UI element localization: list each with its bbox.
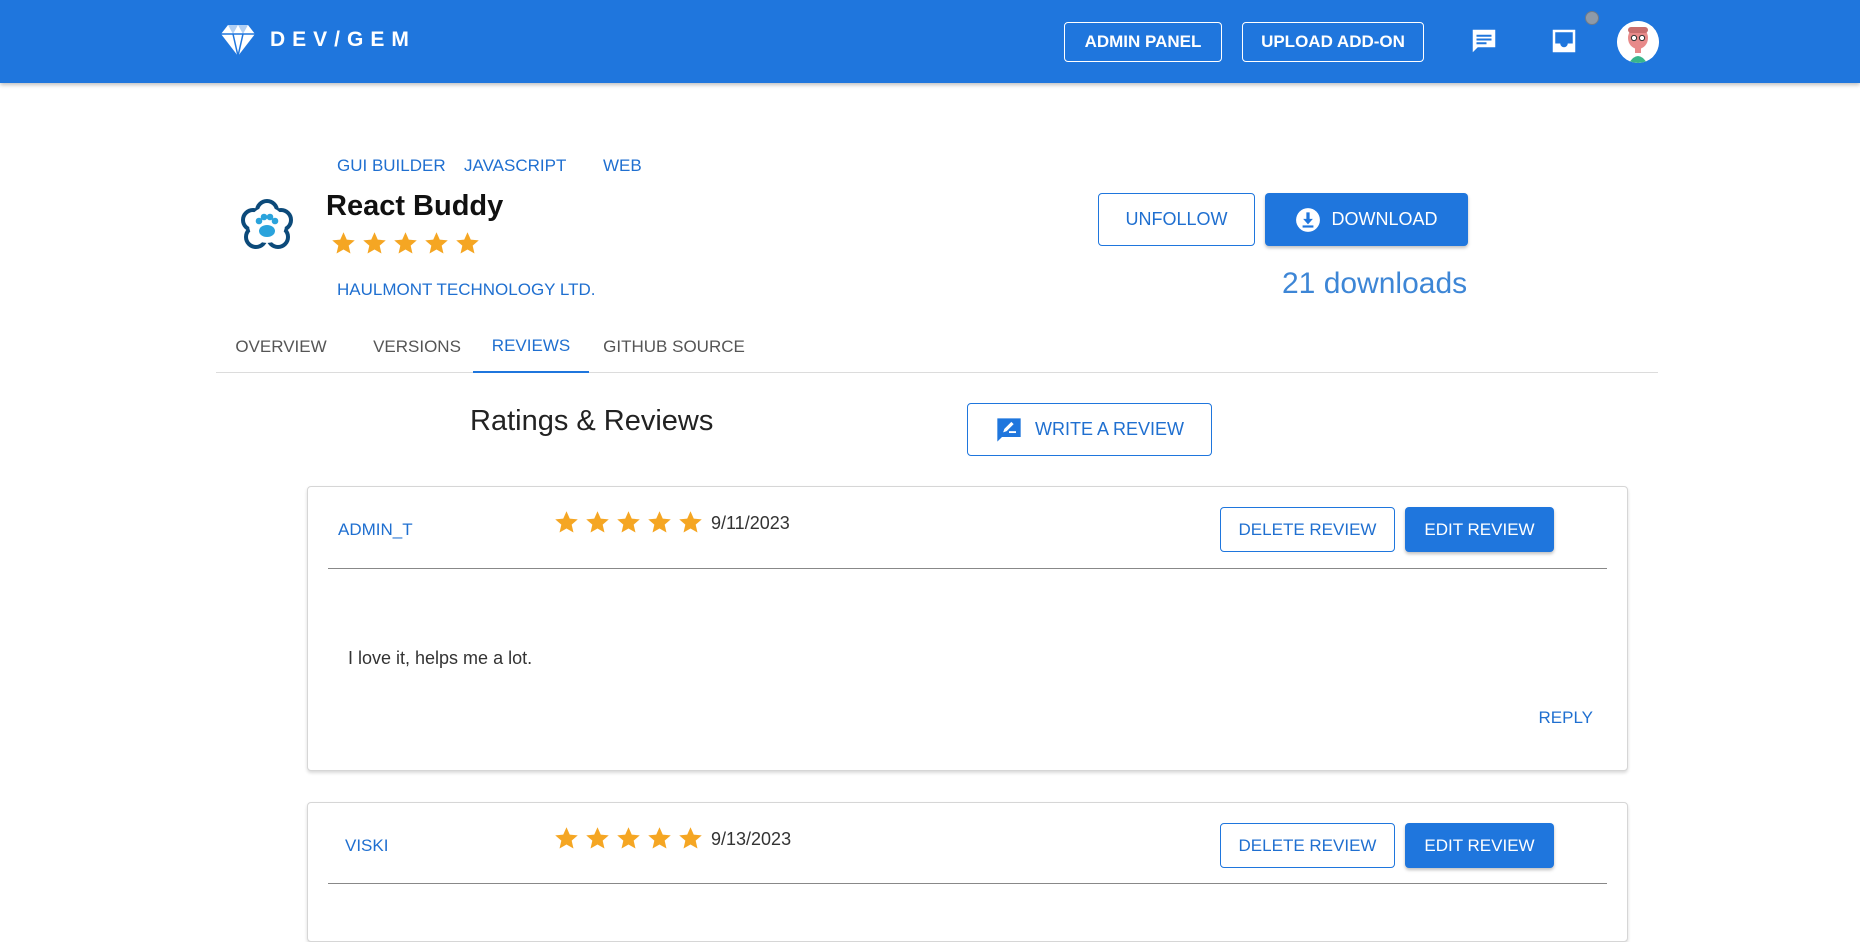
app-logo[interactable]: DEV/GEM [220, 23, 416, 57]
tab-github-source[interactable]: GITHUB SOURCE [589, 320, 759, 373]
divider [328, 883, 1607, 884]
upload-addon-button[interactable]: UPLOAD ADD-ON [1242, 22, 1424, 62]
star-icon [555, 827, 578, 849]
star-icon [425, 232, 448, 254]
edit-review-button[interactable]: EDIT REVIEW [1405, 507, 1554, 552]
review-rating-stars [553, 509, 704, 536]
chat-icon[interactable] [1469, 26, 1499, 56]
tab-bar: OVERVIEW VERSIONS REVIEWS GITHUB SOURCE [216, 320, 1658, 373]
download-count: 21 downloads [1282, 267, 1468, 300]
star-icon [332, 232, 355, 254]
rate-review-icon [997, 417, 1021, 442]
star-icon [363, 232, 386, 254]
edit-review-button[interactable]: EDIT REVIEW [1405, 823, 1554, 868]
download-label: DOWNLOAD [1331, 209, 1438, 229]
inbox-icon[interactable] [1549, 26, 1579, 56]
review-user[interactable]: VISKI [345, 836, 388, 856]
star-icon [617, 511, 640, 533]
download-icon [1296, 207, 1321, 232]
review-user[interactable]: ADMIN_T [338, 520, 413, 540]
star-icon [648, 511, 671, 533]
section-title: Ratings & Reviews [470, 405, 714, 437]
delete-review-button[interactable]: DELETE REVIEW [1220, 507, 1395, 552]
logo-text: DEV/GEM [270, 28, 416, 51]
addon-title: React Buddy [326, 190, 504, 222]
divider [328, 568, 1607, 569]
addon-rating-stars [330, 230, 481, 257]
gem-logo-icon [221, 25, 255, 57]
admin-panel-button[interactable]: ADMIN PANEL [1064, 22, 1222, 62]
delete-review-button[interactable]: DELETE REVIEW [1220, 823, 1395, 868]
avatar[interactable] [1617, 21, 1659, 63]
unfollow-button[interactable]: UNFOLLOW [1098, 193, 1255, 246]
review-rating-stars [553, 825, 704, 852]
write-review-label: WRITE A REVIEW [1034, 419, 1185, 439]
top-app-bar: DEV/GEM ADMIN PANEL UPLOAD ADD-ON [0, 0, 1860, 83]
review-date: 9/13/2023 [711, 829, 792, 849]
tag-gui-builder[interactable]: GUI BUILDER [337, 156, 446, 176]
tag-javascript[interactable]: JAVASCRIPT [464, 156, 566, 176]
tab-overview[interactable]: OVERVIEW [216, 320, 346, 373]
star-icon [555, 511, 578, 533]
tag-web[interactable]: WEB [603, 156, 642, 176]
tab-versions[interactable]: VERSIONS [346, 320, 488, 373]
notification-badge [1585, 11, 1599, 25]
review-date: 9/11/2023 [711, 513, 790, 533]
paw-icon [241, 199, 293, 249]
review-text: I love it, helps me a lot. [348, 648, 533, 668]
star-icon [456, 232, 479, 254]
review-card: VISKI 9/13/2023 DELETE REVIEW EDIT REVIE… [307, 802, 1628, 942]
star-icon [648, 827, 671, 849]
star-icon [394, 232, 417, 254]
vendor-link[interactable]: HAULMONT TECHNOLOGY LTD. [337, 280, 596, 300]
star-icon [586, 827, 609, 849]
star-icon [586, 511, 609, 533]
reply-button[interactable]: REPLY [1539, 708, 1594, 728]
write-review-button[interactable]: WRITE A REVIEW [967, 403, 1212, 456]
review-card: ADMIN_T 9/11/2023 DELETE REVIEW EDIT REV… [307, 486, 1628, 771]
star-icon [679, 827, 702, 849]
download-button[interactable]: DOWNLOAD [1265, 193, 1468, 246]
tab-reviews[interactable]: REVIEWS [473, 320, 589, 373]
star-icon [617, 827, 640, 849]
star-icon [679, 511, 702, 533]
